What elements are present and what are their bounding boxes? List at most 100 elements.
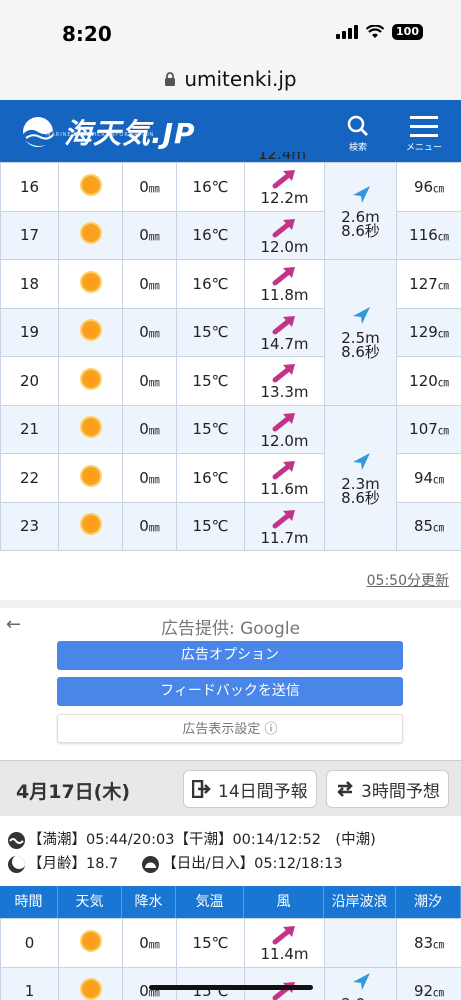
rain-unit: ㎜ xyxy=(148,521,160,535)
rain-cell: 0㎜ xyxy=(122,162,177,212)
rain-unit: ㎜ xyxy=(148,327,160,341)
14day-forecast-button[interactable]: 14日間予報 xyxy=(183,770,317,808)
rain-value: 0 xyxy=(139,274,149,293)
wind-speed: 12.0m xyxy=(260,431,309,450)
partial-wind-speed: 12.4m xyxy=(258,152,307,162)
exit-arrow-icon xyxy=(192,780,211,798)
address-bar[interactable]: umitenki.jp xyxy=(0,58,461,100)
hour-cell: 17 xyxy=(0,210,59,260)
hour-cell: 1 xyxy=(0,966,59,1000)
hour-cell: 19 xyxy=(0,307,59,357)
rain-unit: ㎜ xyxy=(148,375,160,389)
rain-cell: 0㎜ xyxy=(122,259,177,309)
wind-arrow-icon xyxy=(272,461,295,480)
weather-cell xyxy=(58,404,123,454)
temp-cell: 16℃ xyxy=(176,210,245,260)
temp-cell: 15℃ xyxy=(176,966,245,1000)
rain-cell: 0㎜ xyxy=(122,966,177,1000)
tide-value: 92 xyxy=(413,982,434,1000)
forecast-row: 18 0㎜ 16℃ 11.8m 2.5m 8.6秒 127㎝ xyxy=(0,259,461,406)
hour-cell: 21 xyxy=(0,404,59,454)
rain-value: 0 xyxy=(139,226,149,245)
menu-button[interactable]: メニュー xyxy=(406,114,442,153)
tide-cell: 96㎝ xyxy=(396,162,461,212)
weather-cell xyxy=(58,307,123,357)
temp-cell: 15℃ xyxy=(176,404,245,454)
column-header: 天気 xyxy=(58,886,122,918)
rain-cell: 0㎜ xyxy=(122,356,177,406)
sunny-icon xyxy=(81,272,100,291)
lock-icon xyxy=(165,71,176,86)
wave-period: 8.6秒 xyxy=(341,488,380,507)
status-icons: 100 xyxy=(336,24,423,40)
tide-value: 129 xyxy=(409,323,438,342)
forecast-row: 16 0㎜ 16℃ 12.2m 2.6m 8.6秒 96㎝ xyxy=(0,162,461,260)
rain-value: 0 xyxy=(139,371,149,390)
rain-value: 0 xyxy=(139,177,149,196)
search-button[interactable]: 検索 xyxy=(346,114,370,153)
forecast-table-header: 時間 天気 降水 気温風沿岸波浪 潮汐 xyxy=(0,886,461,918)
wind-cell: 11.7m xyxy=(244,501,325,551)
tide-icon xyxy=(8,831,25,849)
column-header: 潮汐 xyxy=(396,886,461,918)
tide-unit: ㎝ xyxy=(433,986,445,1000)
tide-unit: ㎝ xyxy=(437,424,449,438)
url-text: umitenki.jp xyxy=(184,67,297,91)
ad-options-button[interactable]: 広告オプション xyxy=(57,641,403,670)
rain-value: 0 xyxy=(139,420,149,439)
temp-cell: 15℃ xyxy=(176,501,245,551)
column-header: 沿岸波浪 xyxy=(324,886,396,918)
column-header: 時間 xyxy=(0,886,58,918)
forecast-row: 0 0㎜ 15℃ 11.4m 83㎝ xyxy=(0,918,461,968)
rain-cell: 0㎜ xyxy=(122,210,177,260)
wave-arrow-icon xyxy=(352,973,370,991)
wave-arrow-icon xyxy=(352,452,370,470)
rain-value: 0 xyxy=(139,517,149,536)
3hour-label: 3時間予想 xyxy=(361,781,440,802)
wind-cell: 12.0m xyxy=(244,404,325,454)
wind-arrow-icon xyxy=(272,364,295,383)
hour-cell: 18 xyxy=(0,259,59,309)
tide-cell: 94㎝ xyxy=(396,453,461,503)
temp-cell: 15℃ xyxy=(176,307,245,357)
tide-unit: ㎝ xyxy=(437,230,449,244)
wind-arrow-icon xyxy=(272,218,295,238)
wind-arrow-icon xyxy=(272,412,295,432)
forecast-row: 1 0㎜15℃ 2.0m 92㎝ xyxy=(0,966,461,1000)
rain-value: 0 xyxy=(139,468,149,487)
rain-cell: 0㎜ xyxy=(122,453,177,503)
rain-value: 0 xyxy=(139,933,149,952)
wind-cell: 14.7m xyxy=(244,307,325,357)
hour-cell: 0 xyxy=(0,918,59,968)
tide-cell: 83㎝ xyxy=(396,918,461,968)
tide-unit: ㎝ xyxy=(437,278,449,292)
3hour-forecast-button[interactable]: 3時間予想 xyxy=(326,770,449,808)
ad-feedback-button[interactable]: フィードバックを送信 xyxy=(57,677,403,706)
update-time-link[interactable]: 05:50分更新 xyxy=(367,570,449,590)
sunny-icon xyxy=(81,515,100,534)
tide-unit: ㎝ xyxy=(437,375,449,389)
search-icon xyxy=(347,115,368,136)
day-date: 4月17日(木) xyxy=(16,781,131,803)
rain-value: 0 xyxy=(139,323,149,342)
tide-unit: ㎝ xyxy=(433,521,445,535)
home-indicator[interactable] xyxy=(149,985,313,990)
tide-value: 107 xyxy=(409,420,438,439)
rain-unit: ㎜ xyxy=(148,230,160,244)
tide-value: 94 xyxy=(413,468,434,487)
tide-value: 83 xyxy=(413,933,434,952)
temp-cell: 16℃ xyxy=(176,259,245,309)
column-header: 気温 xyxy=(176,886,244,918)
sunny-icon xyxy=(81,224,100,243)
weather-cell xyxy=(58,356,123,406)
ad-settings-button[interactable]: 広告表示設定 ⓘ xyxy=(57,714,403,743)
wave-cell: 2.0m xyxy=(324,966,397,1000)
search-label: 検索 xyxy=(348,143,367,153)
wind-cell: 11.8m xyxy=(244,259,325,309)
weather-cell xyxy=(58,501,123,551)
tide-cell: 107㎝ xyxy=(396,404,461,454)
sunny-icon xyxy=(81,931,100,950)
rain-unit: ㎜ xyxy=(148,424,160,438)
menu-label: メニュー xyxy=(406,143,443,153)
rain-cell: 0㎜ xyxy=(122,501,177,551)
